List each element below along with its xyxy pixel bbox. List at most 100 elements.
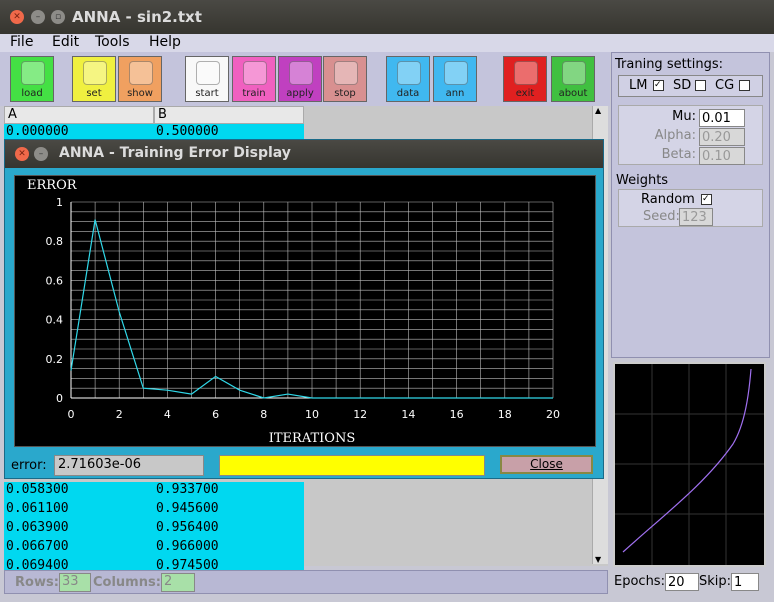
set-button[interactable]: set [72,56,116,102]
y-tick-label: 0.6 [46,274,64,287]
share-icon [129,61,153,85]
start-button[interactable]: start [185,56,229,102]
ann-button-label: ann [445,88,465,99]
scroll-up-icon[interactable]: ▲ [595,106,601,115]
cg-checkbox[interactable] [739,80,750,91]
alpha-field [699,128,745,146]
skip-label: Skip: [699,574,732,589]
x-tick-label: 12 [353,408,367,421]
column-header-b[interactable]: B [154,106,304,124]
y-tick-label: 0.4 [46,314,64,327]
load-button-label: load [21,88,43,99]
preview-curve-svg [615,364,764,565]
table-cell[interactable]: 0.966000 [154,539,304,558]
close-window-icon[interactable]: ✕ [10,10,24,24]
x-tick-label: 2 [116,408,123,421]
exit-button-label: exit [515,88,535,99]
beta-field [699,147,745,165]
params-group: Mu: Alpha: Beta: [618,105,763,165]
sliders-icon [83,61,107,85]
sd-label: SD [673,78,692,93]
progress-fill [220,456,484,475]
train-button[interactable]: train [232,56,276,102]
mu-field[interactable] [699,109,745,127]
preview-grid [615,364,764,565]
y-tick-label: 0.8 [46,235,64,248]
x-tick-label: 6 [212,408,219,421]
mu-label: Mu: [672,109,696,124]
stop-button-label: stop [334,88,356,99]
table-cell[interactable]: 0.063900 [4,520,154,539]
maximize-window-icon[interactable]: ▫ [51,10,65,24]
x-tick-label: 4 [164,408,171,421]
table-cell[interactable]: 0.945600 [154,501,304,520]
columns-field: 2 [161,573,195,592]
epochs-field[interactable] [665,573,699,591]
wand-icon [289,61,313,85]
floppy-icon [397,61,421,85]
epoch-controls: Epochs: Skip: [611,570,774,598]
train-button-label: train [242,88,266,99]
preview-curve [622,368,752,553]
dialog-minimize-icon[interactable]: – [34,147,48,161]
menu-tools[interactable]: Tools [95,34,130,50]
minimize-window-icon[interactable]: – [31,10,45,24]
table-cell[interactable]: 0.061100 [4,501,154,520]
table-cell[interactable]: 0.066700 [4,539,154,558]
x-tick-label: 10 [305,408,319,421]
exit-button[interactable]: exit [503,56,547,102]
error-value-field: 2.71603e-06 [54,455,204,476]
menu-help[interactable]: Help [149,34,181,50]
scroll-down-icon[interactable]: ▼ [595,555,601,564]
random-label: Random [641,192,695,207]
dialog-close-icon[interactable]: ✕ [15,147,29,161]
table-cell[interactable]: 0.956400 [154,520,304,539]
load-icon [21,61,45,85]
lm-label: LM [629,78,648,93]
menu-edit[interactable]: Edit [52,34,79,50]
random-checkbox[interactable]: ✓ [701,194,712,205]
x-axis-label: ITERATIONS [269,431,356,446]
x-tick-label: 14 [401,408,415,421]
weights-group: Random ✓ Seed: [618,189,763,227]
window-title: ANNA - sin2.txt [72,8,202,26]
training-error-dialog: ✕ – ANNA - Training Error Display 0 2 4 6 8 1… [4,139,604,479]
y-tick-label: 0 [56,392,63,405]
about-button[interactable]: about [551,56,595,102]
brain-icon [243,61,267,85]
function-preview-plot [613,362,766,567]
table-cell[interactable]: 0.933700 [154,482,304,501]
beta-label: Beta: [661,147,696,162]
title-bar: ✕ – ▫ ANNA - sin2.txt [0,0,774,34]
dialog-title-bar: ✕ – ANNA - Training Error Display [5,140,603,168]
table-cell[interactable]: 0.058300 [4,482,154,501]
load-button[interactable]: load [10,56,54,102]
close-button-label: Close [530,457,563,471]
data-button[interactable]: data [386,56,430,102]
epochs-label: Epochs: [614,574,665,589]
chart-title: ERROR [27,178,78,193]
seed-field [679,208,713,226]
cg-label: CG [715,78,735,93]
skip-field[interactable] [731,573,759,591]
ann-button[interactable]: ann [433,56,477,102]
main-window: ✕ – ▫ ANNA - sin2.txt File Edit Tools He… [0,0,774,602]
apply-button-label: apply [286,88,314,99]
column-header-a[interactable]: A [4,106,154,124]
training-settings-title: Traning settings: [615,57,724,72]
apply-button[interactable]: apply [278,56,322,102]
x-tick-label: 20 [546,408,560,421]
columns-label: Columns: [93,575,161,590]
training-settings-panel: Traning settings: LM ✓ SD CG Mu: Alpha: … [611,52,770,358]
menu-file[interactable]: File [10,34,33,50]
set-button-label: set [86,88,102,99]
x-tick-label: 16 [450,408,464,421]
show-button[interactable]: show [118,56,162,102]
toolbar: load set show start train apply stop data ann exi… [0,52,610,106]
close-button[interactable]: Close [500,455,593,474]
error-chart-svg: 0 2 4 6 8 10 12 14 16 18 20 0 0.2 0.4 0.6 0.8 1 ERROR ITER… [27,178,560,446]
check-icon [196,61,220,85]
stop-button[interactable]: stop [323,56,367,102]
lm-checkbox[interactable]: ✓ [653,80,664,91]
sd-checkbox[interactable] [695,80,706,91]
